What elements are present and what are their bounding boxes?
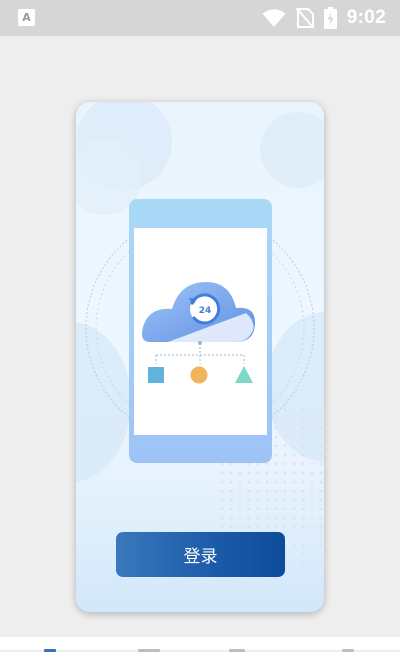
bottom-nav-bar	[0, 637, 400, 652]
wifi-icon	[262, 9, 286, 27]
welcome-card: 24 登录	[76, 102, 324, 612]
login-button[interactable]: 登录	[116, 532, 285, 577]
square-shape-icon	[148, 367, 164, 383]
status-time: 9:02	[346, 7, 386, 28]
backup-clock-icon: 24	[189, 293, 221, 325]
no-sim-icon	[295, 7, 314, 29]
status-bar: A 9:02	[0, 0, 400, 36]
app-notification-letter: A	[22, 11, 31, 24]
bg-bubble-top-right	[260, 112, 324, 188]
app-notification-icon: A	[18, 9, 35, 26]
status-icons: 9:02	[262, 0, 386, 36]
connector-node	[198, 341, 202, 345]
battery-charging-icon	[323, 7, 337, 29]
circle-shape-icon	[190, 366, 208, 384]
clock-badge-text: 24	[199, 306, 212, 316]
